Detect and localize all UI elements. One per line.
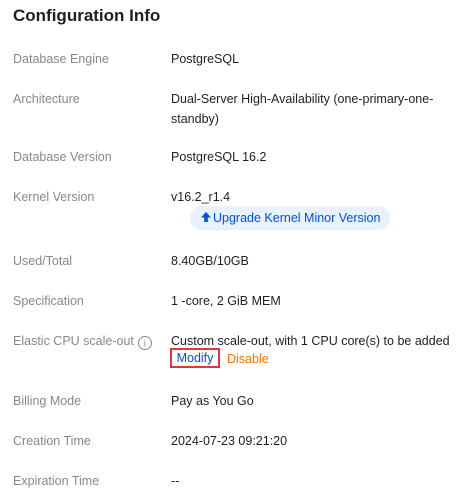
upgrade-kernel-minor-version-button[interactable]: Upgrade Kernel Minor Version <box>190 206 391 230</box>
row-label: Creation Time <box>13 434 91 448</box>
row-value: Pay as You Go <box>171 394 254 408</box>
row-label: Specification <box>13 294 84 308</box>
upgrade-kernel-label: Upgrade Kernel Minor Version <box>213 211 381 225</box>
row-value: Dual-Server High-Availability (one-prima… <box>171 92 434 126</box>
row-label: Billing Mode <box>13 394 82 408</box>
row-value: 2024-07-23 09:21:20 <box>171 434 288 448</box>
row-label: Used/Total <box>13 254 73 268</box>
row-label: Kernel Version <box>13 190 95 204</box>
modify-link[interactable]: Modify <box>170 348 220 368</box>
row-value: 1 -core, 2 GiB MEM <box>171 294 281 308</box>
row-label: Database Engine <box>13 52 109 66</box>
row-value: PostgreSQL 16.2 <box>171 150 267 164</box>
row-label: Architecture <box>13 92 80 106</box>
row-value: 8.40GB/10GB <box>171 254 249 268</box>
row-value: PostgreSQL <box>171 52 240 66</box>
section-title: Configuration Info <box>13 6 161 25</box>
row-label-text: Elastic CPU scale-out <box>13 334 134 348</box>
disable-link[interactable]: Disable <box>227 350 269 368</box>
row-value: v16.2_r1.4 <box>171 190 231 204</box>
info-circle-icon[interactable]: i <box>137 336 152 350</box>
row-label: Database Version <box>13 150 112 164</box>
row-value: -- <box>171 474 180 488</box>
row-label: Elastic CPU scale-out i <box>13 331 152 351</box>
row-label: Expiration Time <box>13 474 100 488</box>
arrow-up-icon <box>201 212 211 222</box>
